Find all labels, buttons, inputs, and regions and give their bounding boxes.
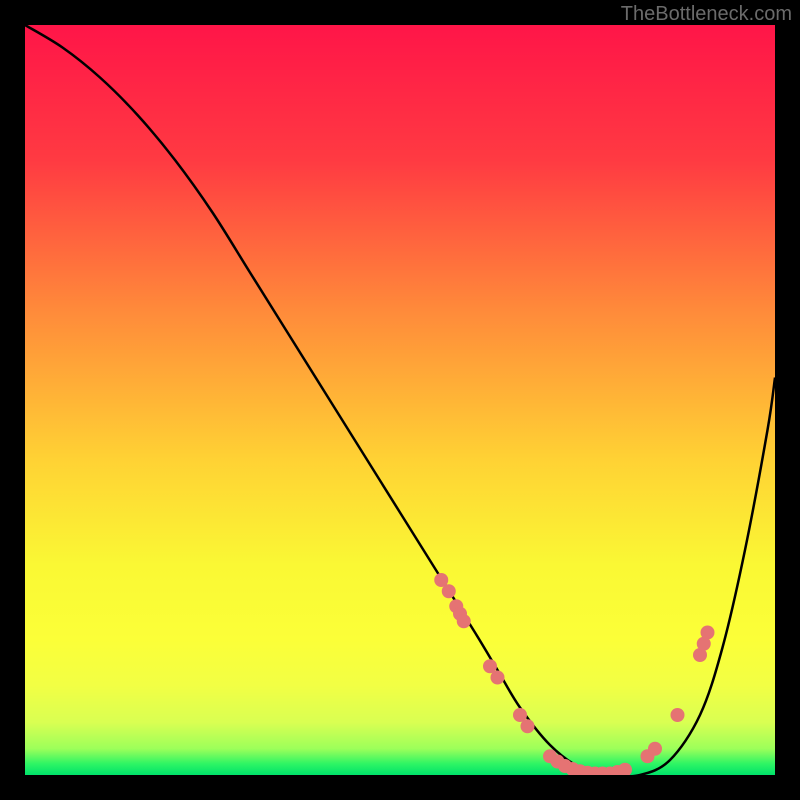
data-dot <box>457 614 471 628</box>
data-dot <box>491 671 505 685</box>
chart-plot-area <box>25 25 775 775</box>
watermark-text: TheBottleneck.com <box>621 3 792 26</box>
data-dot <box>648 742 662 756</box>
data-dot <box>618 763 632 775</box>
bottleneck-curve-path <box>25 25 775 775</box>
data-dot <box>701 626 715 640</box>
data-dot <box>671 708 685 722</box>
data-dot <box>521 719 535 733</box>
chart-curve-layer <box>25 25 775 775</box>
data-dot <box>442 584 456 598</box>
data-dots-group <box>434 573 714 775</box>
